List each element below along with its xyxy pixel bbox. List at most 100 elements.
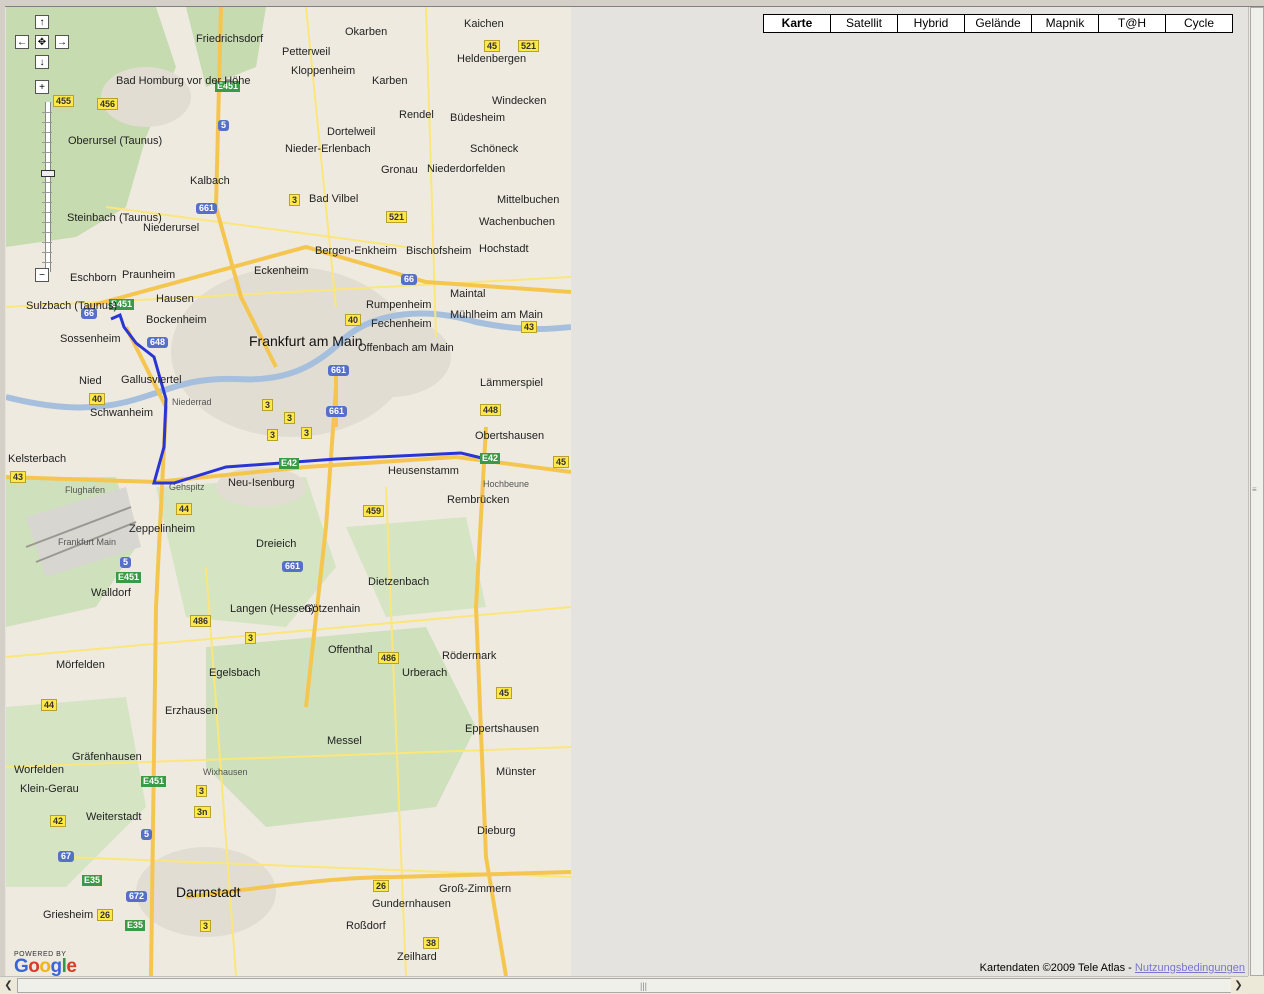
town-label-goetzenhain: Götzenhain bbox=[304, 603, 361, 615]
road-shield: 521 bbox=[518, 40, 540, 52]
autobahn-shield: 5 bbox=[218, 120, 230, 131]
town-label-okarben: Okarben bbox=[345, 26, 388, 38]
zoom-tick[interactable] bbox=[42, 152, 52, 153]
zoom-tick[interactable] bbox=[42, 232, 52, 233]
city-label-offenbach: Offenbach am Main bbox=[358, 342, 454, 354]
euroroute-shield: E35 bbox=[82, 875, 103, 886]
autobahn-shield: 661 bbox=[282, 561, 304, 572]
autobahn-shield: 661 bbox=[328, 365, 350, 376]
town-label-friedrichsdorf: Friedrichsdorf bbox=[196, 33, 264, 45]
road-shield: 38 bbox=[423, 937, 440, 949]
horizontal-scrollbar-thumb[interactable]: ||| bbox=[17, 978, 1232, 993]
zoom-slider-track[interactable] bbox=[45, 102, 51, 272]
zoom-tick[interactable] bbox=[42, 162, 52, 163]
road-shield: 486 bbox=[378, 652, 400, 664]
road-shield: 456 bbox=[97, 98, 119, 110]
district-label-bockenheim: Bockenheim bbox=[146, 314, 207, 326]
map-type-button-cycle[interactable]: Cycle bbox=[1165, 14, 1233, 33]
road-shield: 455 bbox=[53, 95, 75, 107]
road-shield: 3 bbox=[301, 427, 313, 439]
town-label-zeppelinheim: Zeppelinheim bbox=[129, 523, 196, 535]
zoom-tick[interactable] bbox=[42, 182, 52, 183]
town-label-eschborn: Eschborn bbox=[70, 272, 117, 284]
zoom-tick[interactable] bbox=[42, 242, 52, 243]
road-shield: 45 bbox=[496, 687, 513, 699]
town-label-walldorf: Walldorf bbox=[91, 587, 131, 599]
horizontal-scrollbar[interactable]: ❮ ||| ❯ bbox=[0, 976, 1248, 994]
terms-of-use-link[interactable]: Nutzungsbedingungen bbox=[1135, 962, 1245, 974]
town-label-eppertshausen: Eppertshausen bbox=[465, 723, 539, 735]
road-shield: 459 bbox=[363, 505, 385, 517]
town-label-bischofsheim: Bischofsheim bbox=[406, 245, 472, 257]
road-shield: 3 bbox=[262, 399, 274, 411]
euroroute-shield: E35 bbox=[125, 920, 146, 931]
district-label-eckenheim: Eckenheim bbox=[254, 265, 309, 277]
copyright-notice: Kartendaten ©2009 Tele Atlas - Nutzungsb… bbox=[980, 962, 1245, 974]
zoom-tick[interactable] bbox=[42, 112, 52, 113]
map-type-button-gelaende[interactable]: Gelände bbox=[964, 14, 1032, 33]
town-label-budesheim: Büdesheim bbox=[450, 112, 506, 124]
zoom-tick[interactable] bbox=[42, 202, 52, 203]
pan-up-button[interactable]: ↑ bbox=[35, 15, 49, 29]
zoom-tick[interactable] bbox=[42, 192, 52, 193]
autobahn-shield: 672 bbox=[126, 891, 148, 902]
town-label-rendel: Rendel bbox=[399, 109, 434, 121]
grip-icon: ≡ bbox=[1252, 485, 1257, 494]
town-label-oberursel: Oberursel (Taunus) bbox=[68, 135, 163, 147]
town-label-offenthal: Offenthal bbox=[328, 644, 373, 656]
town-label-bad-homburg: Bad Homburg vor der Höhe bbox=[116, 75, 251, 87]
map-type-button-mapnik[interactable]: Mapnik bbox=[1031, 14, 1099, 33]
town-label-hochstadt: Hochstadt bbox=[479, 243, 529, 255]
zoom-slider-thumb[interactable] bbox=[41, 170, 55, 177]
map-type-button-tah[interactable]: T@H bbox=[1098, 14, 1166, 33]
map-type-button-karte[interactable]: Karte bbox=[763, 14, 831, 33]
town-label-messel: Messel bbox=[327, 735, 362, 747]
town-label-obertshausen: Obertshausen bbox=[475, 430, 545, 442]
vertical-scrollbar[interactable]: ≡ bbox=[1248, 7, 1264, 976]
town-label-urberach: Urberach bbox=[402, 667, 448, 679]
zoom-out-button[interactable]: − bbox=[35, 268, 49, 282]
zoom-tick[interactable] bbox=[42, 132, 52, 133]
district-label-laemmerspiel: Lämmerspiel bbox=[480, 377, 543, 389]
zoom-tick[interactable] bbox=[42, 252, 52, 253]
road-shield: 26 bbox=[373, 880, 390, 892]
town-label-heldenbergen: Heldenbergen bbox=[457, 53, 527, 65]
road-shield: 43 bbox=[521, 321, 538, 333]
town-label-kelsterbach: Kelsterbach bbox=[8, 453, 67, 465]
label-flughafen: Flughafen bbox=[65, 485, 106, 495]
town-label-zeilhard: Zeilhard bbox=[397, 951, 437, 963]
town-label-egelsbach: Egelsbach bbox=[209, 667, 261, 679]
town-label-klein-gerau: Klein-Gerau bbox=[20, 783, 79, 795]
google-logo[interactable]: POWERED BY Google bbox=[14, 951, 77, 976]
pan-left-button[interactable]: ← bbox=[15, 35, 29, 49]
town-label-kaichen: Kaichen bbox=[464, 18, 504, 30]
pan-center-button[interactable]: ✥ bbox=[35, 35, 49, 49]
district-label-hausen: Hausen bbox=[156, 293, 194, 305]
district-label-niederrad: Niederrad bbox=[172, 397, 212, 407]
scroll-left-arrow-icon[interactable]: ❮ bbox=[1, 978, 16, 993]
town-label-erzhausen: Erzhausen bbox=[165, 705, 218, 717]
town-label-sossenheim: Sossenheim bbox=[60, 333, 121, 345]
zoom-tick[interactable] bbox=[42, 212, 52, 213]
euroroute-shield: E451 bbox=[116, 572, 142, 583]
autobahn-shield: 648 bbox=[147, 337, 169, 348]
pan-right-button[interactable]: → bbox=[55, 35, 69, 49]
zoom-tick[interactable] bbox=[42, 222, 52, 223]
zoom-tick[interactable] bbox=[42, 142, 52, 143]
map-type-button-satellit[interactable]: Satellit bbox=[830, 14, 898, 33]
road-shield: 3 bbox=[267, 429, 279, 441]
pan-down-button[interactable]: ↓ bbox=[35, 55, 49, 69]
zoom-tick[interactable] bbox=[42, 262, 52, 263]
town-label-schoeneck: Schöneck bbox=[470, 143, 519, 155]
map-type-button-hybrid[interactable]: Hybrid bbox=[897, 14, 965, 33]
map-canvas[interactable]: 5 661 66 66 648 661 661 661 5 5 672 67 E… bbox=[6, 7, 571, 976]
autobahn-shield: 5 bbox=[120, 557, 132, 568]
zoom-slider[interactable] bbox=[41, 102, 55, 272]
zoom-in-button[interactable]: + bbox=[35, 80, 49, 94]
zoom-tick[interactable] bbox=[42, 122, 52, 123]
town-label-gundernhausen: Gundernhausen bbox=[372, 898, 451, 910]
scroll-right-arrow-icon[interactable]: ❯ bbox=[1231, 978, 1246, 993]
town-label-muehlheim: Mühlheim am Main bbox=[450, 309, 543, 321]
town-label-karben: Karben bbox=[372, 75, 408, 87]
town-label-niederdorfelden: Niederdorfelden bbox=[427, 163, 506, 175]
